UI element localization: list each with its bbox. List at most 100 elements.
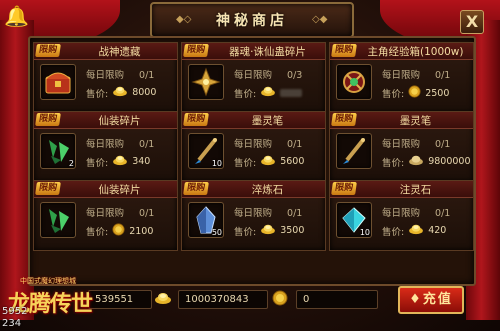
gold-ingot-icon xyxy=(154,290,172,309)
item-price: 9800000 xyxy=(428,156,471,167)
card-header: 限购 仙装碎片 xyxy=(34,181,177,198)
limit-value: 0/1 xyxy=(139,208,155,219)
item-quantity: 50 xyxy=(211,228,222,237)
item-name: 淬炼石 xyxy=(251,184,284,196)
price-label: 售价: xyxy=(382,157,405,169)
limit-value: 0/1 xyxy=(139,70,155,81)
limit-badge: 限购 xyxy=(35,182,61,195)
close-button[interactable]: X xyxy=(460,10,484,34)
card-header: 限购 注灵石 xyxy=(330,181,473,198)
limit-label: 每日限购 xyxy=(234,70,273,81)
item-slot[interactable]: 2 xyxy=(40,133,76,169)
price-label: 售价: xyxy=(86,88,109,100)
price-row: 售价: 420 xyxy=(382,223,446,238)
price-row: 售价: 340 xyxy=(86,154,150,169)
limit-row: 每日限购 0/1 xyxy=(382,136,450,150)
limit-badge: 限购 xyxy=(331,182,357,195)
shop-item-card[interactable]: 限购 墨灵笔 每日限购 0/1 售价: 9800000 xyxy=(329,111,474,182)
item-price: 3500 xyxy=(280,225,305,236)
limit-value: 0/1 xyxy=(435,208,451,219)
price-row: 售价: 3500 xyxy=(234,223,304,238)
coin-currency-icon xyxy=(112,223,125,239)
item-price: 420 xyxy=(428,225,447,236)
item-price: 5600 xyxy=(280,156,305,167)
gold-currency-icon xyxy=(260,223,276,238)
item-slot[interactable]: 10 xyxy=(188,133,224,169)
currency-field-2: 1000370843 xyxy=(178,290,268,309)
price-row: 售价: 5600 xyxy=(234,154,304,169)
price-label: 售价: xyxy=(234,226,257,238)
price-label: 售价: xyxy=(234,88,257,100)
recharge-icon: ♦ xyxy=(409,292,423,307)
limit-label: 每日限购 xyxy=(234,208,273,219)
ornament-right-icon: ◇◆ xyxy=(312,14,328,25)
bells-icon: 🔔 xyxy=(4,4,29,28)
shop-item-card[interactable]: 限购 战神遗藏 每日限购 0/1 售价: 8000 xyxy=(33,42,178,113)
limit-row: 每日限购 0/1 xyxy=(86,67,154,81)
corner-number-2: 234 xyxy=(2,318,22,329)
price-row: 售价: 2500 xyxy=(382,85,449,101)
item-slot[interactable]: 10 xyxy=(336,202,372,238)
item-slot[interactable] xyxy=(336,64,372,100)
price-row: 售价: 2100 xyxy=(86,223,153,239)
limit-badge: 限购 xyxy=(183,182,209,195)
silver-currency-icon xyxy=(408,154,424,169)
item-quantity: 10 xyxy=(211,159,222,168)
currency-field-3: 0 xyxy=(296,290,378,309)
price-label: 售价: xyxy=(86,227,109,238)
limit-value: 0/1 xyxy=(287,139,303,150)
limit-badge: 限购 xyxy=(35,44,61,57)
item-name: 仙装碎片 xyxy=(98,115,141,127)
limit-badge: 限购 xyxy=(331,113,357,126)
item-slot[interactable] xyxy=(40,64,76,100)
gold-currency-icon xyxy=(260,154,276,169)
recharge-label: 充值 xyxy=(422,292,453,307)
item-price: 2500 xyxy=(425,87,450,99)
item-price: 8000 xyxy=(132,87,157,98)
limit-value: 0/3 xyxy=(287,70,303,81)
coin-currency-icon xyxy=(408,85,421,101)
item-slot[interactable]: 50 xyxy=(188,202,224,238)
limit-row: 每日限购 0/1 xyxy=(382,205,450,219)
shop-item-card[interactable]: 限购 注灵石 10 每日限购 0/1 售价: 420 xyxy=(329,180,474,251)
limit-badge: 限购 xyxy=(35,113,61,126)
limit-row: 每日限购 0/3 xyxy=(234,67,302,81)
item-name: 主角经验箱(1000w) xyxy=(367,46,464,58)
shop-item-card[interactable]: 限购 器魂·诛仙蛊碎片 每日限购 0/3 售价: xyxy=(181,42,326,113)
limit-label: 每日限购 xyxy=(382,208,421,219)
limit-row: 每日限购 0/1 xyxy=(234,205,302,219)
recharge-button[interactable]: ♦充值 xyxy=(398,286,464,314)
limit-row: 每日限购 0/1 xyxy=(86,136,154,150)
price-row: 售价: 8000 xyxy=(86,85,156,100)
limit-badge: 限购 xyxy=(183,44,209,57)
price-label: 售价: xyxy=(382,89,405,100)
limit-value: 0/1 xyxy=(287,208,303,219)
card-header: 限购 主角经验箱(1000w) xyxy=(330,43,473,60)
item-quantity: 2 xyxy=(68,159,74,168)
price-label: 售价: xyxy=(382,226,405,238)
gold-currency-icon xyxy=(408,223,424,238)
title-bar: ◆◇ 神秘商店 ◇◆ xyxy=(150,2,354,38)
item-name: 仙装碎片 xyxy=(98,184,141,196)
shop-item-card[interactable]: 限购 主角经验箱(1000w) 每日限购 0/1 售价: 2500 xyxy=(329,42,474,113)
price-row: 售价: xyxy=(234,85,303,100)
item-slot[interactable] xyxy=(40,202,76,238)
limit-label: 每日限购 xyxy=(86,208,125,219)
shop-item-card[interactable]: 限购 仙装碎片 2 每日限购 0/1 售价: 340 xyxy=(33,111,178,182)
corner-number-1: 5952 xyxy=(2,306,28,317)
shop-item-card[interactable]: 限购 墨灵笔 10 每日限购 0/1 售价: 5600 xyxy=(181,111,326,182)
limit-label: 每日限购 xyxy=(234,139,273,150)
item-slot[interactable] xyxy=(188,64,224,100)
item-price-hidden xyxy=(280,88,303,97)
shop-item-card[interactable]: 限购 仙装碎片 每日限购 0/1 售价: 2100 xyxy=(33,180,178,251)
limit-row: 每日限购 0/1 xyxy=(382,67,450,81)
item-slot[interactable] xyxy=(336,133,372,169)
limit-row: 每日限购 0/1 xyxy=(86,205,154,219)
card-header: 限购 淬炼石 xyxy=(182,181,325,198)
price-label: 售价: xyxy=(234,157,257,169)
item-name: 墨灵笔 xyxy=(399,115,432,127)
shop-item-card[interactable]: 限购 淬炼石 50 每日限购 0/1 售价: 3500 xyxy=(181,180,326,251)
limit-label: 每日限购 xyxy=(86,139,125,150)
coin-icon xyxy=(272,290,288,310)
item-name: 墨灵笔 xyxy=(251,115,284,127)
